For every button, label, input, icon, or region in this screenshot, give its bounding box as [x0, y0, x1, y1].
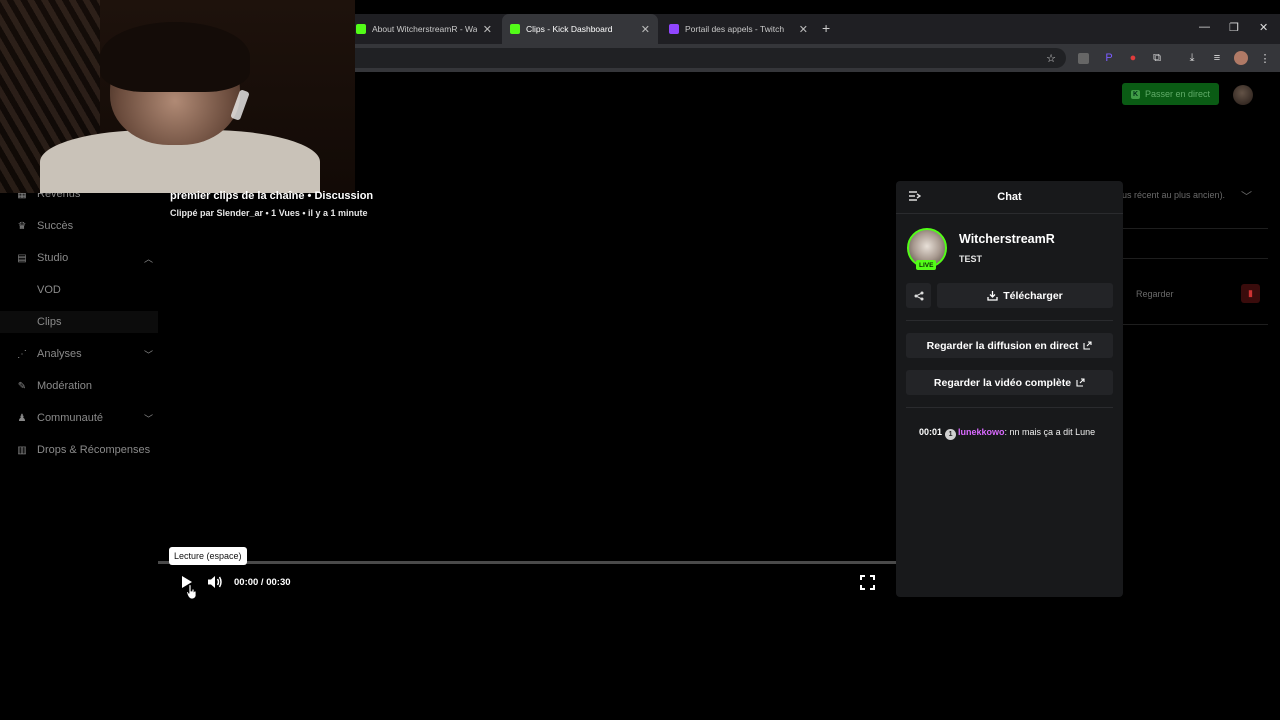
- user-avatar[interactable]: [1233, 85, 1253, 105]
- fullscreen-button[interactable]: [860, 575, 875, 590]
- address-bar[interactable]: [330, 48, 1066, 68]
- chevron-down-icon: ﹀: [144, 349, 154, 360]
- divider: [906, 407, 1113, 408]
- sidebar-item-drops[interactable]: ▥ Drops & Récompenses: [0, 439, 158, 461]
- message-text: : nn mais ça a dit Lune: [1004, 427, 1096, 437]
- kick-logo-icon: K: [1130, 89, 1140, 99]
- chevron-down-icon: ﹀: [144, 413, 154, 424]
- external-link-icon: [1083, 341, 1092, 350]
- clip-title: premier clips de la chaîne • Discussion: [170, 190, 374, 202]
- mouse-cursor-icon: [186, 584, 197, 600]
- external-link-icon: [1076, 378, 1085, 387]
- close-window-icon[interactable]: ✕: [1259, 21, 1268, 34]
- fullscreen-icon: [860, 575, 875, 590]
- chat-message: 00:01 1 lunekkowo: nn mais ça a dit Lune: [919, 425, 1109, 440]
- sidebar-item-analyses[interactable]: ⋰ Analyses ﹀: [0, 343, 158, 365]
- analytics-icon: ⋰: [17, 348, 27, 360]
- tab-about-witcherstreamr[interactable]: About WitcherstreamR - Watch ✕: [348, 14, 500, 44]
- minimize-icon[interactable]: —: [1199, 21, 1210, 33]
- close-tab-icon[interactable]: ✕: [799, 23, 808, 36]
- volume-icon: [208, 576, 222, 588]
- webcam-overlay: [0, 0, 355, 193]
- share-button[interactable]: [906, 283, 931, 308]
- tab-portail-des-appels[interactable]: Portail des appels - Twitch ✕: [661, 14, 816, 44]
- download-button[interactable]: Télécharger: [937, 283, 1113, 308]
- extension-icon[interactable]: [1078, 53, 1089, 64]
- divider: [906, 320, 1113, 321]
- download-icon[interactable]: ⤓: [1185, 51, 1199, 65]
- chevron-down-icon[interactable]: ﹀: [1241, 188, 1252, 204]
- list-divider: [1123, 258, 1268, 259]
- chat-header: Chat: [896, 181, 1123, 214]
- screen: About WitcherstreamR - Watch ✕ Clips - K…: [0, 0, 1280, 720]
- restore-icon[interactable]: ❐: [1229, 21, 1239, 34]
- chat-title: Chat: [997, 191, 1022, 203]
- delete-clip-button[interactable]: ▮: [1241, 284, 1260, 303]
- sidebar-item-vod[interactable]: VOD: [0, 279, 158, 301]
- play-tooltip: Lecture (espace): [169, 547, 247, 565]
- video-progress-bar[interactable]: [158, 561, 896, 564]
- go-live-button[interactable]: K Passer en direct: [1122, 83, 1219, 105]
- message-timestamp: 00:01: [919, 427, 943, 437]
- close-tab-icon[interactable]: ✕: [483, 23, 492, 36]
- kick-favicon-icon: [510, 24, 520, 34]
- tab-clips-kick-dashboard[interactable]: Clips - Kick Dashboard ✕: [502, 14, 658, 44]
- chevron-up-icon: ︿: [144, 253, 154, 264]
- sort-description: us récent au plus ancien).: [1122, 190, 1226, 200]
- sidebar-item-clips[interactable]: Clips: [0, 311, 158, 333]
- download-icon: [987, 291, 998, 301]
- subscriber-badge-icon: 1: [945, 429, 957, 440]
- bookmark-star-icon[interactable]: ☆: [1044, 51, 1058, 65]
- watch-full-video-button[interactable]: Regarder la vidéo complète: [906, 370, 1113, 395]
- chat-panel: Chat LIVE WitcherstreamR TEST Télécharge…: [896, 181, 1123, 597]
- kick-favicon-icon: [356, 24, 366, 34]
- media-icon[interactable]: ≡: [1210, 51, 1224, 65]
- video-time: 00:00 / 00:30: [234, 577, 291, 588]
- menu-dots-icon[interactable]: ⋮: [1258, 51, 1272, 65]
- sidebar-item-studio[interactable]: ▤ Studio ︿: [0, 247, 158, 269]
- message-username[interactable]: lunekkowo: [958, 427, 1005, 437]
- list-divider: [1123, 324, 1268, 325]
- collapse-chat-icon[interactable]: [909, 191, 922, 204]
- new-tab-icon[interactable]: +: [822, 20, 830, 36]
- users-icon: ♟: [17, 412, 27, 424]
- twitch-favicon-icon: [669, 24, 679, 34]
- watch-link[interactable]: Regarder: [1136, 289, 1174, 299]
- share-icon: [914, 291, 923, 300]
- puzzle-icon[interactable]: ⧉: [1150, 51, 1164, 65]
- film-icon: ▤: [17, 252, 27, 264]
- sidebar-item-moderation[interactable]: ✎ Modération: [0, 375, 158, 397]
- profile-avatar[interactable]: [1234, 51, 1248, 65]
- trophy-icon: ♛: [17, 220, 27, 232]
- gift-icon: ▥: [17, 444, 27, 456]
- volume-button[interactable]: [206, 574, 224, 590]
- sidebar-item-succes[interactable]: ♛ Succès: [0, 215, 158, 237]
- webcam-person-hair: [100, 22, 250, 92]
- trash-icon: ▮: [1248, 288, 1253, 298]
- channel-name[interactable]: WitcherstreamR: [959, 232, 1055, 246]
- list-divider: [1123, 228, 1268, 229]
- channel-subtitle: TEST: [959, 254, 983, 264]
- clip-meta: Clippé par Slender_ar • 1 Vues • il y a …: [170, 208, 368, 218]
- watch-live-button[interactable]: Regarder la diffusion en direct: [906, 333, 1113, 358]
- live-badge: LIVE: [916, 260, 937, 270]
- extension-icon[interactable]: P: [1102, 51, 1116, 65]
- extension-icon[interactable]: ●: [1126, 51, 1140, 65]
- close-tab-icon[interactable]: ✕: [641, 23, 650, 36]
- sidebar-item-communaute[interactable]: ♟ Communauté ﹀: [0, 407, 158, 429]
- wrench-icon: ✎: [17, 380, 27, 392]
